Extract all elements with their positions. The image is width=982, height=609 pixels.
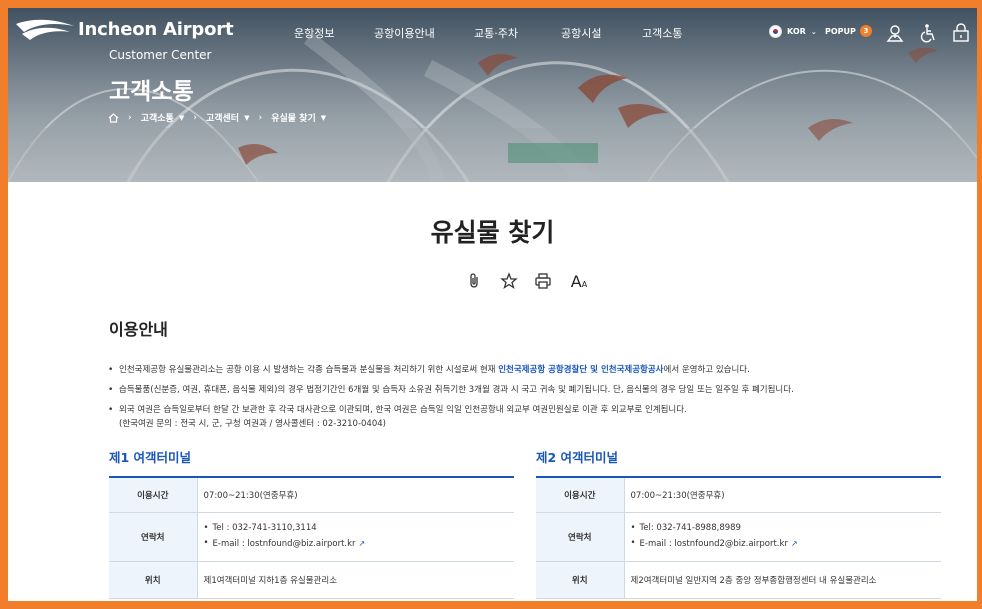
phone-number: Tel: 032-741-8988,8989	[631, 521, 942, 536]
table-row: 위치 제1여객터미널 지하1층 유실물관리소	[109, 561, 514, 599]
breadcrumb-item-lost-found[interactable]: 유실물 찾기	[271, 111, 316, 124]
breadcrumb-item-customer[interactable]: 고객소통	[141, 111, 174, 124]
table-cell: 07:00~21:30(연중무휴)	[624, 477, 941, 513]
breadcrumb: › 고객소통 ▼ › 고객센터 ▼ › 유실물 찾기 ▼	[108, 111, 326, 124]
section-heading: 이용안내	[109, 320, 168, 339]
email-item: E-mail : lostnfound2@biz.airport.kr↗	[631, 536, 942, 552]
popup-count-badge: 3	[859, 25, 872, 37]
table-header: 위치	[536, 561, 625, 599]
table-cell: 07:00~21:30(연중무휴)	[197, 477, 514, 513]
list-item: 외국 여권은 습득일로부터 한달 간 보관한 후 각국 대사관으로 이관되며, …	[108, 403, 908, 431]
airport-logo[interactable]: Incheon Airport	[14, 16, 234, 42]
table-header: 위치	[109, 561, 198, 599]
page-title: 유실물 찾기	[430, 218, 555, 247]
popup-button[interactable]: POPUP 3	[825, 25, 872, 37]
caret-down-icon[interactable]: ▼	[244, 114, 249, 122]
nav-item-customer[interactable]: 고객소통	[642, 25, 682, 41]
table-row: 위치 제2여객터미널 일반지역 2층 중앙 정부종합행정센터 내 유실물관리소	[536, 561, 941, 599]
lock-icon[interactable]	[952, 23, 970, 43]
table-header: 이용시간	[109, 477, 198, 513]
logo-text: Incheon Airport	[78, 18, 234, 40]
chevron-down-icon: ⌄	[810, 27, 817, 36]
table-cell: 제2여객터미널 일반지역 2층 중앙 정부종합행정센터 내 유실물관리소	[624, 561, 941, 599]
table-header: 연락처	[536, 512, 625, 562]
accessibility-icon[interactable]	[919, 23, 939, 43]
chevron-right-icon: ›	[128, 112, 132, 123]
language-selector[interactable]: KOR ⌄	[769, 25, 817, 38]
star-icon[interactable]	[500, 272, 518, 290]
hero-banner: Incheon Airport Customer Center 고객소통 운항정…	[8, 8, 977, 182]
terminal1-table: 이용시간 07:00~21:30(연중무휴) 연락처 Tel : 032-741…	[109, 476, 514, 599]
logo-subtitle: Customer Center	[109, 48, 212, 62]
print-icon[interactable]	[534, 272, 552, 290]
airport-logo-icon	[16, 19, 74, 40]
external-link-icon[interactable]: ↗	[359, 539, 366, 548]
table-row: 연락처 Tel : 032-741-3110,3114 E-mail : los…	[109, 512, 515, 562]
chevron-right-icon: ›	[193, 112, 197, 123]
language-label: KOR	[787, 27, 806, 36]
terminal2-title: 제2 여객터미널	[536, 450, 619, 465]
map-pin-icon[interactable]	[885, 23, 905, 43]
section-title: 고객소통	[109, 79, 194, 105]
table-row: 이용시간 07:00~21:30(연중무휴)	[109, 477, 514, 513]
home-icon[interactable]	[108, 112, 119, 123]
chevron-right-icon: ›	[258, 112, 263, 123]
clip-icon[interactable]	[466, 272, 484, 290]
table-cell: Tel: 032-741-8988,8989 E-mail : lostnfou…	[624, 512, 942, 562]
korea-flag-icon	[769, 25, 782, 38]
font-size-icon[interactable]: AA	[568, 272, 590, 291]
operator-highlight: 인천국제공항 공항경찰단 및 인천국제공항공사	[498, 365, 664, 375]
table-cell: 제1여객터미널 지하1층 유실물관리소	[197, 561, 514, 599]
table-header: 연락처	[109, 512, 198, 562]
nav-item-airport-guide[interactable]: 공항이용안내	[374, 25, 435, 41]
nav-item-transport[interactable]: 교통·주차	[474, 25, 518, 41]
terminal1-title: 제1 여객터미널	[109, 450, 192, 465]
phone-number: Tel : 032-741-3110,3114	[204, 521, 515, 536]
email-item: E-mail : lostnfound@biz.airport.kr↗	[204, 536, 515, 552]
external-link-icon[interactable]: ↗	[791, 539, 798, 548]
info-list: 인천국제공항 유실물관리소는 공항 이용 시 발생하는 각종 습득물과 분실물을…	[108, 363, 908, 437]
page-frame: Incheon Airport Customer Center 고객소통 운항정…	[8, 8, 977, 601]
breadcrumb-item-center[interactable]: 고객센터	[206, 111, 239, 124]
list-item: 인천국제공항 유실물관리소는 공항 이용 시 발생하는 각종 습득물과 분실물을…	[108, 363, 908, 377]
email-link[interactable]: E-mail : lostnfound@biz.airport.kr	[213, 539, 356, 549]
nav-item-flight-info[interactable]: 운항정보	[294, 25, 334, 41]
caret-down-icon[interactable]: ▼	[179, 114, 184, 122]
terminal2-table: 이용시간 07:00~21:30(연중무휴) 연락처 Tel: 032-741-…	[536, 476, 941, 599]
caret-down-icon[interactable]: ▼	[321, 114, 326, 122]
list-item: 습득물품(신분증, 여권, 휴대폰, 음식물 제외)의 경우 법정기간인 6개월…	[108, 383, 908, 397]
table-cell: Tel : 032-741-3110,3114 E-mail : lostnfo…	[197, 512, 515, 562]
nav-item-facilities[interactable]: 공항시설	[561, 25, 601, 41]
popup-label: POPUP	[825, 26, 856, 36]
email-link[interactable]: E-mail : lostnfound2@biz.airport.kr	[640, 539, 788, 549]
table-row: 이용시간 07:00~21:30(연중무휴)	[536, 477, 941, 513]
table-row: 연락처 Tel: 032-741-8988,8989 E-mail : lost…	[536, 512, 942, 562]
page-tools: AA	[466, 272, 590, 291]
table-header: 이용시간	[536, 477, 625, 513]
